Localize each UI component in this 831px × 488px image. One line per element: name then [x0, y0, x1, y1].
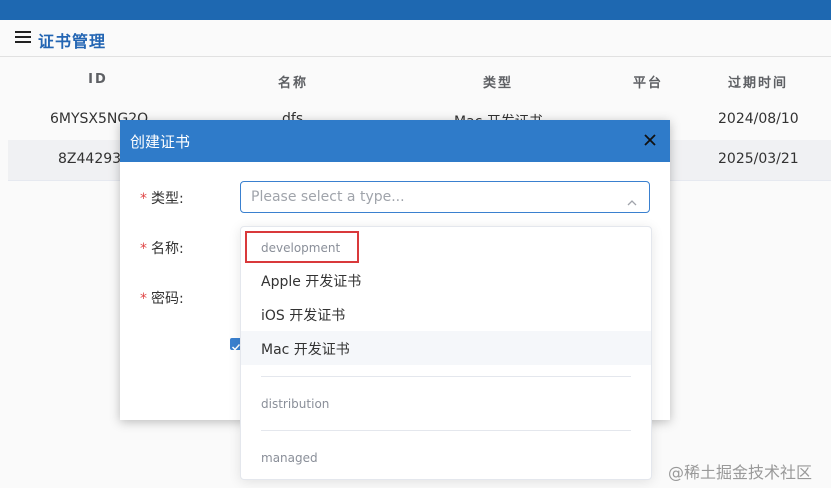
name-label: * 名称: — [140, 241, 184, 257]
group-divider — [261, 376, 631, 377]
required-marker: * — [140, 291, 147, 307]
group-label-development: development — [261, 241, 341, 255]
watermark: @稀土掘金技术社区 — [668, 463, 813, 482]
option-mac-dev-cert[interactable]: Mac 开发证书 — [241, 331, 651, 365]
group-label-managed: managed — [261, 451, 318, 465]
required-marker: * — [140, 191, 147, 207]
password-label: * 密码: — [140, 291, 184, 307]
group-divider — [261, 430, 631, 431]
option-apple-dev-cert[interactable]: Apple 开发证书 — [241, 263, 651, 297]
chevron-up-icon — [627, 192, 637, 206]
type-select[interactable]: Please select a type... — [240, 181, 650, 213]
group-label-distribution: distribution — [261, 397, 330, 411]
dialog-header: 创建证书 — [120, 120, 670, 162]
option-ios-dev-cert[interactable]: iOS 开发证书 — [241, 297, 651, 331]
dialog-title: 创建证书 — [130, 133, 191, 151]
type-select-placeholder: Please select a type... — [251, 189, 405, 205]
type-label: * 类型: — [140, 191, 184, 207]
close-icon[interactable] — [642, 132, 658, 148]
type-dropdown: development Apple 开发证书 iOS 开发证书 Mac 开发证书… — [240, 226, 652, 480]
required-marker: * — [140, 241, 147, 257]
